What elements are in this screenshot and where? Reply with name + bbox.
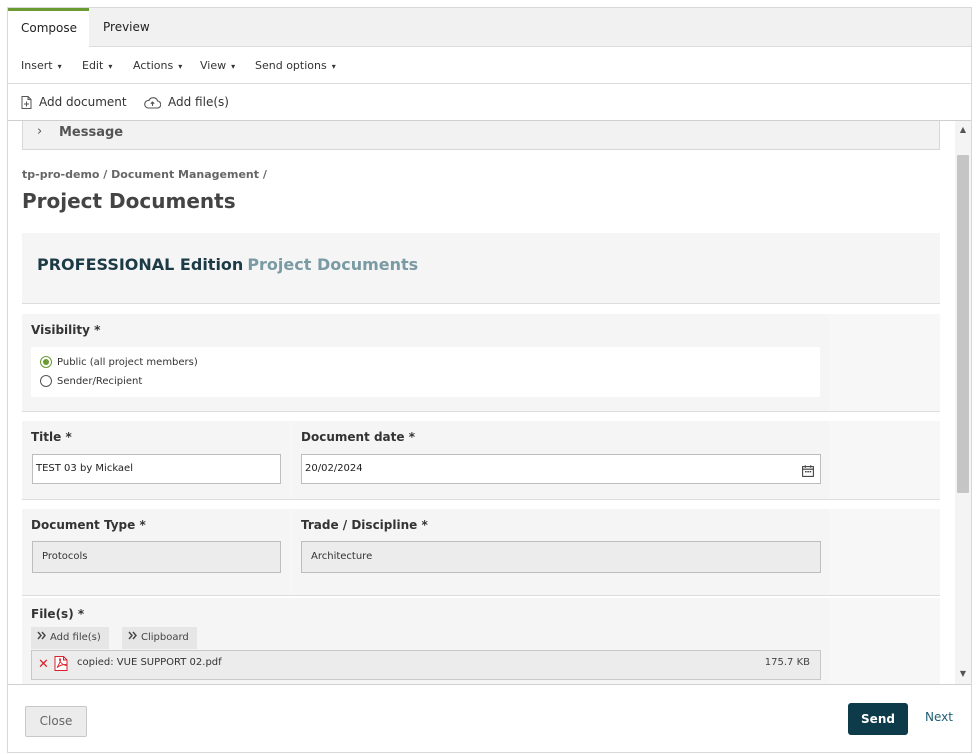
menu-label: Send options (255, 59, 327, 72)
title-input[interactable]: TEST 03 by Mickael (32, 454, 281, 484)
files-cell: File(s) * Add file(s) Clipboard ✕ copied… (22, 598, 829, 684)
title-cell: Title * TEST 03 by Mickael (22, 421, 290, 499)
document-type-select[interactable]: Protocols (32, 541, 281, 573)
delete-icon[interactable]: ✕ (38, 657, 49, 672)
scroll-down-arrow-icon[interactable]: ▼ (958, 669, 968, 679)
tab-bar: Compose Preview (8, 8, 971, 48)
form-content: › Message tp-pro-demo / Document Managem… (8, 121, 955, 684)
visibility-radio-group: Public (all project members) Sender/Reci… (31, 347, 820, 397)
title-label: Title * (31, 430, 72, 444)
add-files-small-label: Add file(s) (50, 632, 101, 643)
menu-label: Actions (133, 59, 174, 72)
trade-cell: Trade / Discipline * Architecture (292, 509, 829, 595)
chevron-right-icon: › (37, 124, 43, 139)
file-size: 175.7 KB (764, 657, 810, 668)
toolbar: Add document Add file(s) (8, 84, 971, 121)
document-date-value: 20/02/2024 (305, 463, 363, 474)
document-date-label: Document date * (301, 430, 415, 444)
caret-down-icon: ▾ (108, 62, 113, 71)
radio-public[interactable]: Public (all project members) (40, 354, 198, 370)
document-plus-icon (21, 96, 32, 109)
page-title: Project Documents (22, 189, 236, 213)
scroll-up-arrow-icon[interactable]: ▲ (958, 125, 968, 135)
scrollbar-thumb[interactable] (957, 155, 969, 493)
close-button[interactable]: Close (25, 706, 87, 737)
radio-checked-icon (40, 356, 52, 368)
document-type-label: Document Type * (31, 518, 146, 532)
file-item: ✕ copied: VUE SUPPORT 02.pdf 175.7 KB (31, 650, 821, 680)
visibility-section: Visibility * Public (all project members… (22, 314, 940, 412)
breadcrumb: tp-pro-demo / Document Management / (22, 168, 267, 181)
message-section-header[interactable]: › Message (22, 121, 940, 150)
clipboard-button[interactable]: Clipboard (122, 627, 197, 649)
double-chevron-right-icon (37, 627, 47, 649)
caret-down-icon: ▾ (57, 62, 62, 71)
menu-insert[interactable]: Insert ▾ (21, 48, 62, 83)
caret-down-icon: ▾ (331, 62, 336, 71)
trade-label: Trade / Discipline * (301, 518, 428, 532)
menu-label: View (200, 59, 227, 72)
title-date-section: Title * TEST 03 by Mickael Document date… (22, 421, 940, 500)
next-button[interactable]: Next (925, 710, 953, 724)
add-document-button[interactable]: Add document (21, 84, 127, 121)
file-name: copied: VUE SUPPORT 02.pdf (77, 657, 222, 668)
send-button[interactable]: Send (848, 703, 908, 735)
message-section-label: Message (59, 125, 124, 140)
visibility-cell: Visibility * Public (all project members… (22, 314, 829, 411)
type-trade-section: Document Type * Protocols Trade / Discip… (22, 509, 940, 596)
edition-title: PROFESSIONAL Edition Project Documents (37, 255, 418, 274)
clipboard-label: Clipboard (141, 632, 189, 643)
menu-edit[interactable]: Edit ▾ (82, 48, 112, 83)
edition-strong: PROFESSIONAL Edition (37, 255, 244, 274)
footer-bar: Close Send Next (8, 684, 971, 752)
add-files-button[interactable]: Add file(s) (144, 84, 229, 121)
edition-banner: PROFESSIONAL Edition Project Documents (22, 233, 940, 304)
compose-window: Compose Preview Insert ▾ Edit ▾ Actions ▾ V… (7, 7, 972, 753)
radio-sender-recipient[interactable]: Sender/Recipient (40, 373, 142, 389)
caret-down-icon: ▾ (178, 62, 183, 71)
files-section: File(s) * Add file(s) Clipboard ✕ copied… (22, 598, 940, 684)
radio-public-label: Public (all project members) (57, 356, 198, 368)
add-files-label: Add file(s) (168, 95, 229, 109)
tab-compose[interactable]: Compose (8, 8, 89, 48)
files-label: File(s) * (31, 607, 85, 621)
double-chevron-right-icon (128, 627, 138, 649)
calendar-icon[interactable] (802, 461, 814, 489)
menu-send-options[interactable]: Send options ▾ (255, 48, 336, 83)
doc-type-cell: Document Type * Protocols (22, 509, 290, 595)
radio-unchecked-icon (40, 375, 52, 387)
document-date-input[interactable]: 20/02/2024 (301, 454, 821, 484)
menu-label: Edit (82, 59, 104, 72)
edition-light: Project Documents (247, 255, 419, 274)
trade-select[interactable]: Architecture (301, 541, 821, 573)
menu-view[interactable]: View ▾ (200, 48, 235, 83)
date-cell: Document date * 20/02/2024 (292, 421, 829, 499)
caret-down-icon: ▾ (231, 62, 236, 71)
pdf-file-icon (54, 656, 68, 675)
add-files-small-button[interactable]: Add file(s) (31, 627, 109, 649)
radio-sender-label: Sender/Recipient (57, 375, 143, 387)
menu-actions[interactable]: Actions ▾ (133, 48, 182, 83)
add-document-label: Add document (39, 95, 127, 109)
menu-label: Insert (21, 59, 53, 72)
vertical-scrollbar[interactable]: ▲ ▼ (955, 121, 971, 684)
tab-preview[interactable]: Preview (103, 8, 150, 47)
visibility-label: Visibility * (31, 323, 101, 337)
cloud-upload-icon (144, 96, 161, 109)
menu-bar: Insert ▾ Edit ▾ Actions ▾ View ▾ Send option… (8, 48, 971, 84)
